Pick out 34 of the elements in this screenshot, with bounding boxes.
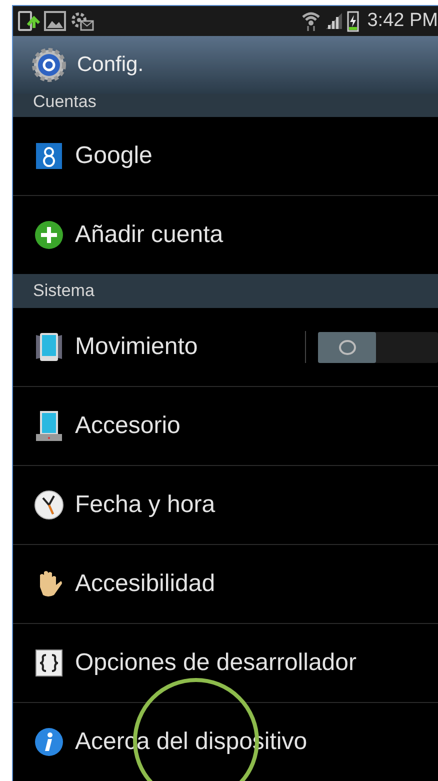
google-icon xyxy=(35,142,63,170)
gear-mail-icon xyxy=(70,11,94,31)
item-label: Fecha y hora xyxy=(75,491,216,519)
settings-item[interactable]: Google xyxy=(13,117,438,195)
toggle-thumb[interactable] xyxy=(318,332,376,362)
clock-time: 3:42 PM xyxy=(367,10,438,32)
item-label: Opciones de desarrollador xyxy=(75,649,356,677)
phone-arrow-icon xyxy=(18,11,40,31)
battery-icon xyxy=(347,10,360,32)
item-label: Accesorio xyxy=(75,412,180,440)
phone-tilt-icon xyxy=(34,332,64,362)
app-title: Config. xyxy=(77,53,144,77)
section-header: Cuentas xyxy=(13,94,438,117)
settings-item[interactable]: Opciones de desarrollador xyxy=(13,624,438,702)
settings-item[interactable]: Fecha y hora xyxy=(13,466,438,544)
tablet-dock-icon xyxy=(34,410,64,442)
wifi-icon xyxy=(301,10,322,32)
settings-item[interactable]: Accesorio xyxy=(13,387,438,465)
settings-item[interactable]: Añadir cuenta xyxy=(13,196,438,274)
info-icon xyxy=(34,727,64,757)
settings-icon xyxy=(31,47,67,83)
item-label: Google xyxy=(75,142,152,170)
item-label: Movimiento xyxy=(75,333,198,361)
plus-icon xyxy=(34,220,64,250)
image-icon xyxy=(44,11,66,31)
clock-icon xyxy=(34,490,64,520)
braces-icon xyxy=(34,648,64,678)
item-label: Añadir cuenta xyxy=(75,221,224,249)
item-label: Accesibilidad xyxy=(75,570,216,598)
toggle-switch[interactable] xyxy=(318,332,438,362)
settings-item[interactable]: Accesibilidad xyxy=(13,545,438,623)
signal-icon xyxy=(325,12,344,30)
section-header: Sistema xyxy=(13,274,438,308)
settings-item[interactable]: Movimiento xyxy=(13,308,438,386)
